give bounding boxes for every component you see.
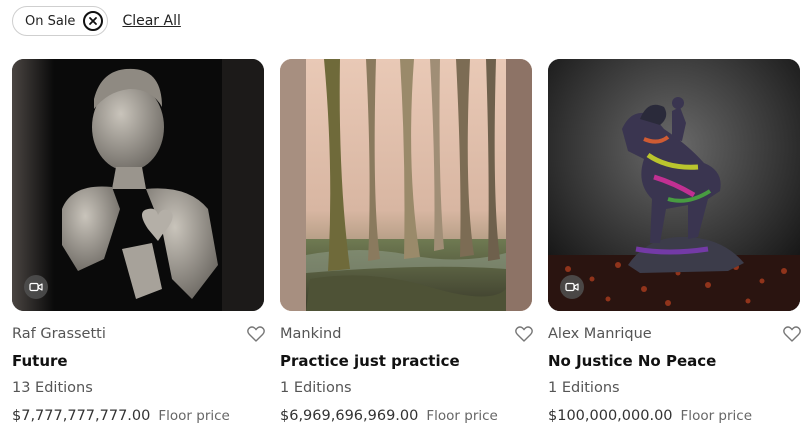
- close-icon[interactable]: [83, 11, 104, 31]
- editions-count: 1 Editions: [548, 380, 620, 396]
- nft-thumbnail[interactable]: [12, 59, 264, 311]
- floor-price-label: Floor price: [680, 408, 753, 424]
- nft-title[interactable]: Future: [12, 352, 264, 372]
- heart-icon[interactable]: [246, 324, 266, 344]
- forest-image: [280, 59, 532, 311]
- editions-count: 1 Editions: [280, 380, 352, 396]
- horse-statue-image: [548, 59, 800, 311]
- nft-card[interactable]: Raf Grassetti Future 13 Editions $7,777,…: [12, 59, 266, 424]
- floor-price-label: Floor price: [426, 408, 498, 424]
- nft-grid: Raf Grassetti Future 13 Editions $7,777,…: [12, 59, 802, 424]
- heart-icon[interactable]: [782, 324, 802, 344]
- heart-icon[interactable]: [514, 324, 534, 344]
- video-icon: [560, 275, 584, 299]
- price-value: $100,000,000.00: [548, 408, 673, 424]
- editions-count: 13 Editions: [12, 380, 93, 396]
- artist-name[interactable]: Alex Manrique: [548, 326, 652, 342]
- filter-bar: On Sale Clear All: [12, 6, 181, 36]
- nft-thumbnail[interactable]: [548, 59, 800, 311]
- artist-name[interactable]: Raf Grassetti: [12, 326, 106, 342]
- nft-title[interactable]: No Justice No Peace: [548, 352, 800, 372]
- floor-price-label: Floor price: [158, 408, 230, 424]
- artist-name[interactable]: Mankind: [280, 326, 341, 342]
- nft-title[interactable]: Practice just practice: [280, 352, 532, 372]
- on-sale-filter-chip[interactable]: On Sale: [12, 6, 109, 36]
- price-value: $7,777,777,777.00: [12, 408, 151, 424]
- video-icon: [24, 275, 48, 299]
- clear-all-link[interactable]: Clear All: [122, 13, 180, 29]
- nft-thumbnail[interactable]: [280, 59, 532, 311]
- sculpture-image: [12, 59, 264, 311]
- nft-card[interactable]: Alex Manrique No Justice No Peace 1 Edit…: [548, 59, 802, 424]
- on-sale-chip-label: On Sale: [25, 13, 76, 29]
- price-value: $6,969,696,969.00: [280, 408, 419, 424]
- nft-card[interactable]: Mankind Practice just practice 1 Edition…: [280, 59, 534, 424]
